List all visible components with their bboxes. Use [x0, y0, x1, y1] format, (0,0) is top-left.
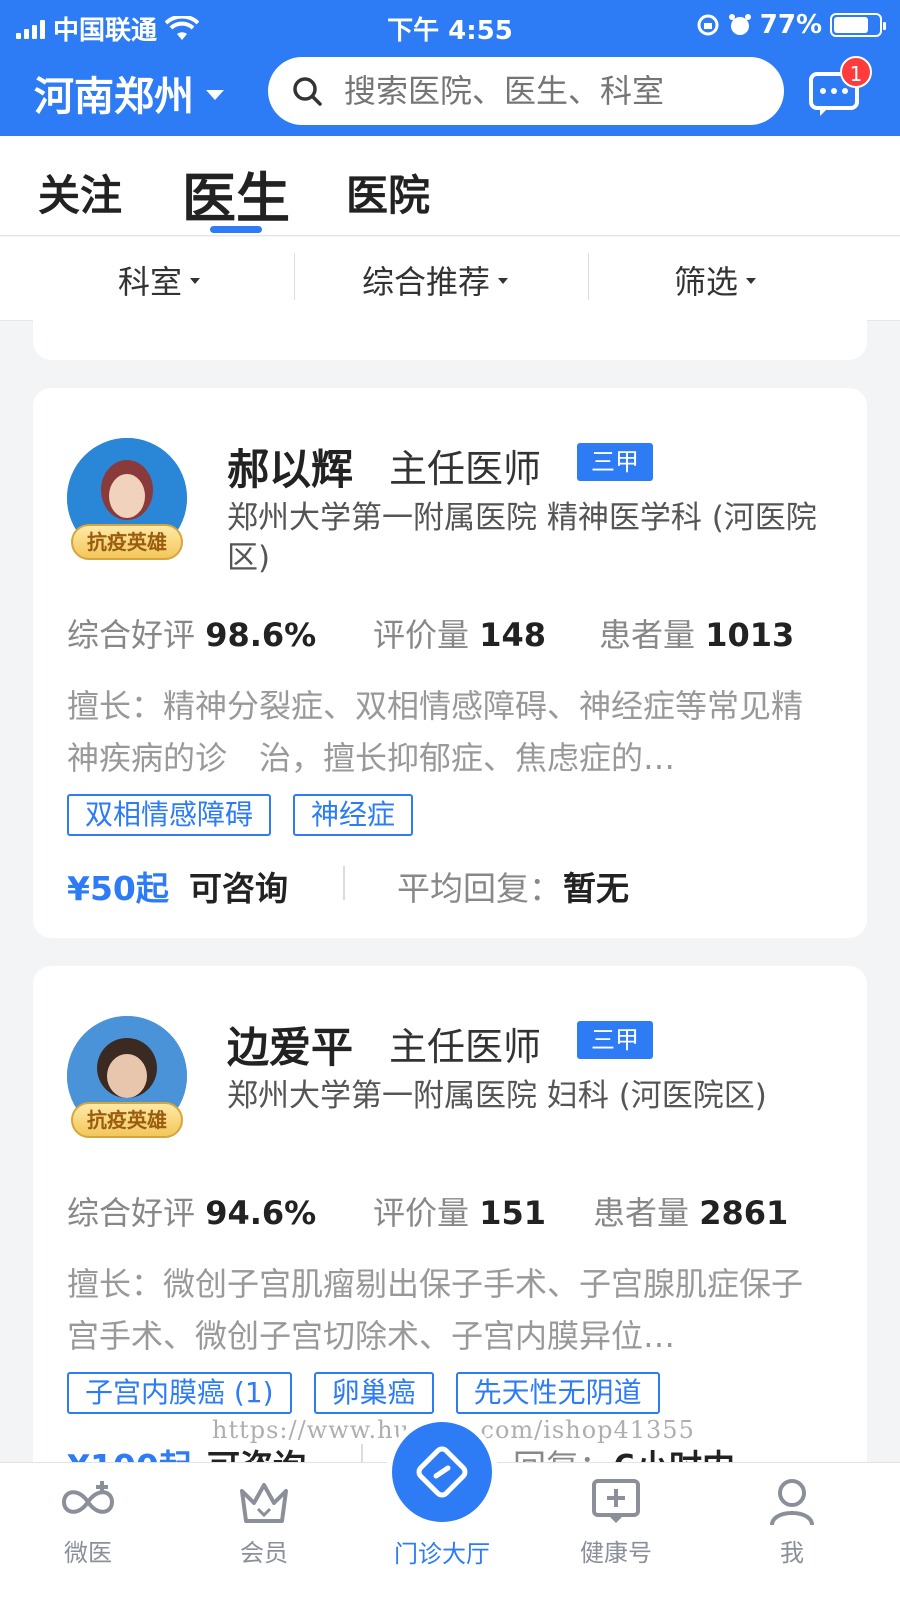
disease-tag[interactable]: 双相情感障碍 — [67, 794, 272, 836]
reviews-value: 148 — [479, 616, 546, 654]
tab-doctor[interactable]: 医生 — [182, 154, 290, 233]
tabbar-label: 微医 — [64, 1539, 112, 1567]
tab-follow[interactable]: 关注 — [38, 162, 122, 223]
filter-sort-label: 综合推荐 — [362, 263, 491, 301]
filter-department-label: 科室 — [118, 263, 183, 301]
reviews-value: 151 — [479, 1194, 546, 1232]
rotation-lock-icon — [697, 14, 719, 36]
rating-value: 94.6% — [205, 1194, 317, 1232]
rating-label: 综合好评 — [67, 1194, 196, 1232]
divider — [588, 253, 589, 303]
filter-screen[interactable]: 筛选 — [674, 257, 757, 303]
tabbar-item-health[interactable]: 健康号 — [556, 1477, 676, 1568]
filter-screen-label: 筛选 — [674, 263, 739, 301]
tag-list: 双相情感障碍 神经症 — [67, 794, 414, 836]
tabbar-item-me[interactable]: 我 — [732, 1477, 852, 1568]
battery-percent: 77% — [759, 10, 822, 40]
patients-stat: 患者量 2861 — [593, 1188, 788, 1234]
divider — [343, 866, 345, 900]
reply-value: 暂无 — [563, 869, 629, 908]
price-label: ¥50起 — [67, 869, 169, 908]
patients-value: 1013 — [705, 616, 795, 654]
disease-tag[interactable]: 子宫内膜癌 (1) — [67, 1372, 292, 1414]
clinic-hall-icon — [416, 1446, 468, 1498]
top-header: 中国联通 下午 4:55 77% 河南郑州 1 — [0, 0, 900, 136]
doctor-name: 郝以辉 — [227, 445, 354, 494]
hospital-grade-badge: 三甲 — [577, 443, 653, 481]
reviews-stat: 评价量 148 — [373, 610, 546, 656]
doctor-specialty: 擅长：微创子宫肌瘤剔出保子手术、子宫腺肌症保子宫手术、微创子宫切除术、子宫内膜异… — [67, 1265, 804, 1355]
active-tab-indicator — [210, 226, 262, 233]
doctor-name: 边爱平 — [227, 1023, 354, 1072]
category-tabs: 关注 医生 医院 — [0, 136, 900, 236]
tabbar-item-member[interactable]: 会员 — [204, 1477, 324, 1568]
doctor-hospital: 郑州大学第一附属医院 精神医学科 (河医院区) — [227, 500, 817, 576]
chevron-down-icon — [206, 90, 224, 100]
city-selector[interactable]: 河南郑州 — [34, 64, 224, 122]
hero-badge: 抗疫英雄 — [71, 1102, 183, 1138]
filter-sort[interactable]: 综合推荐 — [362, 257, 509, 303]
weiyi-icon — [61, 1481, 115, 1514]
tabbar-label: 会员 — [240, 1539, 288, 1567]
rating-stat: 综合好评 98.6% — [67, 610, 316, 656]
doctor-card-previous[interactable] — [33, 300, 867, 360]
rating-value: 98.6% — [205, 616, 317, 654]
person-icon — [770, 1479, 814, 1526]
tabbar-label: 健康号 — [580, 1539, 652, 1567]
doctor-card[interactable]: 抗疫英雄 郝以辉 主任医师 三甲 郑州大学第一附属医院 精神医学科 (河医院区)… — [33, 388, 867, 938]
patients-label: 患者量 — [599, 616, 696, 654]
tab-hospital[interactable]: 医院 — [346, 162, 430, 223]
tabbar-label: 我 — [780, 1539, 804, 1567]
patients-label: 患者量 — [593, 1194, 690, 1232]
search-input[interactable] — [344, 72, 744, 110]
disease-tag[interactable]: 卵巢癌 — [313, 1372, 434, 1414]
filter-department[interactable]: 科室 — [118, 257, 201, 303]
hero-badge: 抗疫英雄 — [71, 524, 183, 560]
tag-list: 子宫内膜癌 (1) 卵巢癌 先天性无阴道 — [67, 1372, 660, 1414]
clinic-hall-button[interactable] — [392, 1422, 492, 1522]
search-bar[interactable] — [268, 57, 784, 125]
dropdown-arrow-icon — [498, 278, 509, 284]
message-badge: 1 — [840, 56, 872, 88]
patients-stat: 患者量 1013 — [599, 610, 794, 656]
doctor-specialty: 擅长：精神分裂症、双相情感障碍、神经症等常见精神疾病的诊 治，擅长抑郁症、焦虑症… — [67, 687, 804, 777]
doctor-hospital: 郑州大学第一附属医院 妇科 (河医院区) — [227, 1078, 767, 1114]
patients-value: 2861 — [699, 1194, 789, 1232]
disease-tag[interactable]: 神经症 — [293, 794, 414, 836]
battery-icon — [830, 13, 886, 37]
divider — [294, 253, 295, 303]
tabbar-item-weiyi[interactable]: 微医 — [28, 1477, 148, 1568]
doctor-title: 主任医师 — [389, 1025, 542, 1069]
reviews-stat: 评价量 151 — [373, 1188, 546, 1234]
reviews-label: 评价量 — [373, 616, 470, 654]
health-account-icon — [592, 1479, 640, 1523]
doctor-title: 主任医师 — [389, 447, 542, 491]
reply-label: 平均回复： — [397, 869, 562, 908]
alarm-icon — [728, 14, 751, 35]
crown-icon — [240, 1483, 288, 1523]
reviews-label: 评价量 — [373, 1194, 470, 1232]
dropdown-arrow-icon — [746, 278, 757, 284]
tabbar-label-active[interactable]: 门诊大厅 — [380, 1534, 504, 1569]
dropdown-arrow-icon — [190, 278, 201, 284]
status-bar: 中国联通 下午 4:55 77% — [0, 6, 900, 46]
disease-tag[interactable]: 先天性无阴道 — [455, 1372, 660, 1414]
city-label: 河南郑州 — [34, 74, 194, 120]
rating-label: 综合好评 — [67, 616, 196, 654]
search-icon — [293, 77, 322, 106]
hospital-grade-badge: 三甲 — [577, 1021, 653, 1059]
consult-row: ¥50起 可咨询 平均回复： 暂无 — [67, 862, 847, 912]
rating-stat: 综合好评 94.6% — [67, 1188, 316, 1234]
consult-status: 可咨询 — [189, 869, 288, 908]
